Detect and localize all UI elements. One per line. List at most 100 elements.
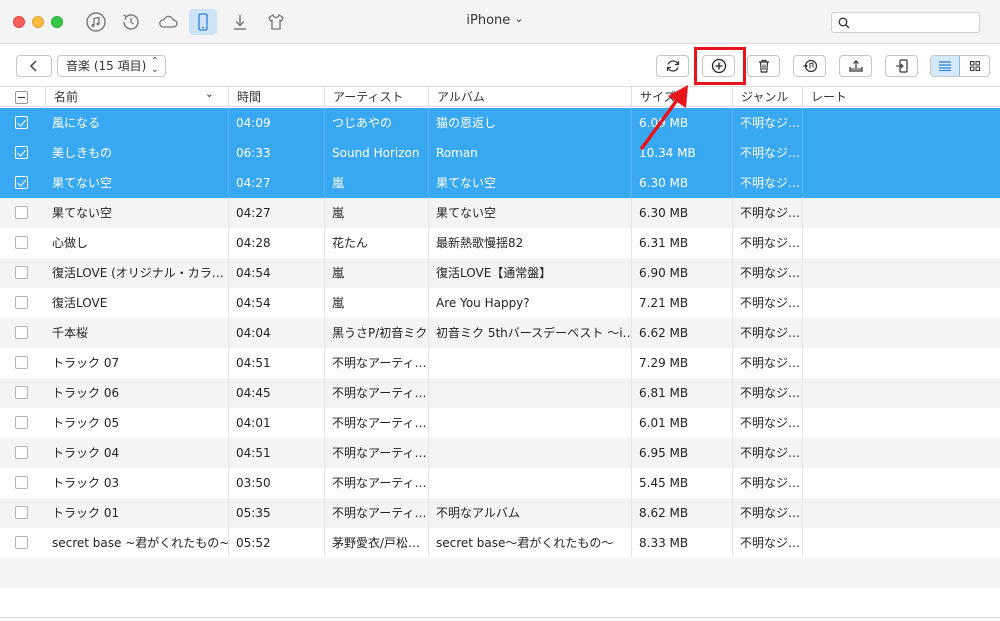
table-row[interactable]: 千本桜 04:04 黒うさP/初音ミク 初音ミク 5thバースデーベスト 〜i… 6.6…	[0, 318, 1000, 348]
table-row[interactable]: 風になる 04:09 つじあやの 猫の恩返し 6.09 MB 不明なジ…	[0, 108, 1000, 138]
column-header-rating[interactable]: レート	[802, 87, 1000, 107]
grid-view-button[interactable]	[960, 56, 989, 76]
column-divider	[732, 108, 733, 138]
cell-artist: 花たん	[332, 236, 369, 250]
row-checkbox[interactable]	[15, 386, 28, 399]
cell-genre: 不明なジ…	[740, 386, 800, 400]
row-checkbox[interactable]	[15, 476, 28, 489]
export-to-pc-button[interactable]	[839, 55, 872, 77]
category-select[interactable]: 音楽 (15 項目) ⌃ ⌄	[57, 55, 166, 77]
row-checkbox[interactable]	[15, 296, 28, 309]
cell-album: 復活LOVE【通常盤】	[436, 266, 552, 280]
column-divider	[732, 258, 733, 288]
cell-size: 6.01 MB	[639, 416, 689, 430]
maximize-window-button[interactable]	[51, 16, 63, 28]
back-button[interactable]	[16, 55, 52, 77]
chevron-left-icon	[29, 60, 37, 72]
column-divider	[428, 348, 429, 378]
to-itunes-button[interactable]	[793, 55, 826, 77]
download-icon[interactable]	[226, 9, 254, 35]
cell-genre: 不明なジ…	[740, 236, 800, 250]
cell-size: 6.62 MB	[639, 326, 689, 340]
row-checkbox[interactable]	[15, 206, 28, 219]
cell-artist: 不明なアーティ…	[332, 506, 426, 520]
column-divider	[802, 318, 803, 348]
cell-genre: 不明なジ…	[740, 296, 800, 310]
iphone-device-icon[interactable]	[189, 9, 217, 35]
cell-size: 6.30 MB	[639, 206, 689, 220]
close-window-button[interactable]	[13, 16, 25, 28]
column-divider	[324, 228, 325, 258]
cell-size: 6.31 MB	[639, 236, 689, 250]
search-box[interactable]	[831, 12, 980, 33]
cell-name: 風になる	[52, 116, 101, 130]
search-input[interactable]	[854, 15, 974, 30]
table-row[interactable]: secret base ~君がくれたもの~… 05:52 茅野愛衣/戸松… secre…	[0, 528, 1000, 558]
column-header-name-label: 名前	[54, 90, 79, 104]
list-view-button[interactable]	[931, 56, 961, 76]
table-row[interactable]: トラック 07 04:51 不明なアーティ… 7.29 MB 不明なジ…	[0, 348, 1000, 378]
row-checkbox[interactable]	[15, 116, 28, 129]
row-checkbox[interactable]	[15, 266, 28, 279]
table-row[interactable]: 果てない空 04:27 嵐 果てない空 6.30 MB 不明なジ…	[0, 198, 1000, 228]
column-header-album[interactable]: アルバム	[428, 87, 631, 107]
tshirt-icon[interactable]	[262, 9, 290, 35]
column-divider	[428, 438, 429, 468]
row-checkbox[interactable]	[15, 146, 28, 159]
grid-view-icon	[969, 61, 980, 71]
column-divider	[324, 468, 325, 498]
cell-artist: 黒うさP/初音ミク	[332, 326, 426, 340]
column-header-time[interactable]: 時間	[228, 87, 324, 107]
column-divider	[732, 528, 733, 558]
window-title-text: iPhone	[466, 13, 511, 28]
column-header-name[interactable]: 名前 ⌄	[45, 87, 228, 107]
table-row[interactable]: トラック 01 05:35 不明なアーティ… 不明なアルバム 8.62 MB 不明なジ…	[0, 498, 1000, 528]
table-row[interactable]: 復活LOVE 04:54 嵐 Are You Happy? 7.21 MB 不明なジ…	[0, 288, 1000, 318]
minimize-window-button[interactable]	[32, 16, 44, 28]
cell-artist: Sound Horizon	[332, 146, 420, 160]
column-divider	[324, 138, 325, 168]
table-row[interactable]: トラック 05 04:01 不明なアーティ… 6.01 MB 不明なジ…	[0, 408, 1000, 438]
row-checkbox[interactable]	[15, 506, 28, 519]
table-row[interactable]: トラック 06 04:45 不明なアーティ… 6.81 MB 不明なジ…	[0, 378, 1000, 408]
column-header-artist[interactable]: アーティスト	[324, 87, 428, 107]
window-title[interactable]: iPhone ⌄	[440, 12, 550, 28]
row-checkbox[interactable]	[15, 236, 28, 249]
select-all-checkbox[interactable]	[15, 91, 28, 104]
cell-name: トラック 03	[52, 476, 120, 490]
column-divider	[732, 318, 733, 348]
row-checkbox[interactable]	[15, 416, 28, 429]
column-divider	[428, 228, 429, 258]
search-icon	[838, 17, 850, 29]
cell-album: 最新熱歌慢揺82	[436, 236, 524, 250]
cell-album	[436, 438, 632, 468]
history-restore-icon[interactable]	[117, 9, 145, 35]
column-header-album-label: アルバム	[437, 90, 485, 104]
row-checkbox[interactable]	[15, 356, 28, 369]
cell-artist: 不明なアーティ…	[332, 356, 426, 370]
table-row[interactable]: 果てない空 04:27 嵐 果てない空 6.30 MB 不明なジ…	[0, 168, 1000, 198]
column-header-time-label: 時間	[237, 90, 262, 104]
table-row[interactable]: 心做し 04:28 花たん 最新熱歌慢揺82 6.31 MB 不明なジ…	[0, 228, 1000, 258]
icloud-icon[interactable]	[154, 9, 182, 35]
column-header-genre[interactable]: ジャンル	[732, 87, 802, 107]
cell-genre: 不明なジ…	[740, 176, 800, 190]
music-note-icon[interactable]	[82, 9, 110, 35]
refresh-button[interactable]	[656, 55, 689, 77]
row-checkbox[interactable]	[15, 536, 28, 549]
send-to-device-button[interactable]	[885, 55, 918, 77]
table-row[interactable]: トラック 03 03:50 不明なアーティ… 5.45 MB 不明なジ…	[0, 468, 1000, 498]
row-checkbox[interactable]	[15, 446, 28, 459]
column-divider	[228, 318, 229, 348]
column-divider	[732, 138, 733, 168]
column-divider	[324, 378, 325, 408]
table-row[interactable]: 復活LOVE (オリジナル・カラ… 04:54 嵐 復活LOVE【通常盤】 6.90 M…	[0, 258, 1000, 288]
cell-genre: 不明なジ…	[740, 206, 800, 220]
cell-genre: 不明なジ…	[740, 446, 800, 460]
table-row[interactable]: トラック 04 04:51 不明なアーティ… 6.95 MB 不明なジ…	[0, 438, 1000, 468]
delete-button[interactable]	[747, 55, 780, 77]
row-checkbox[interactable]	[15, 176, 28, 189]
row-checkbox[interactable]	[15, 326, 28, 339]
table-row[interactable]: 美しきもの 06:33 Sound Horizon Roman 10.34 MB 不明なジ…	[0, 138, 1000, 168]
cell-time: 04:54	[236, 296, 271, 310]
